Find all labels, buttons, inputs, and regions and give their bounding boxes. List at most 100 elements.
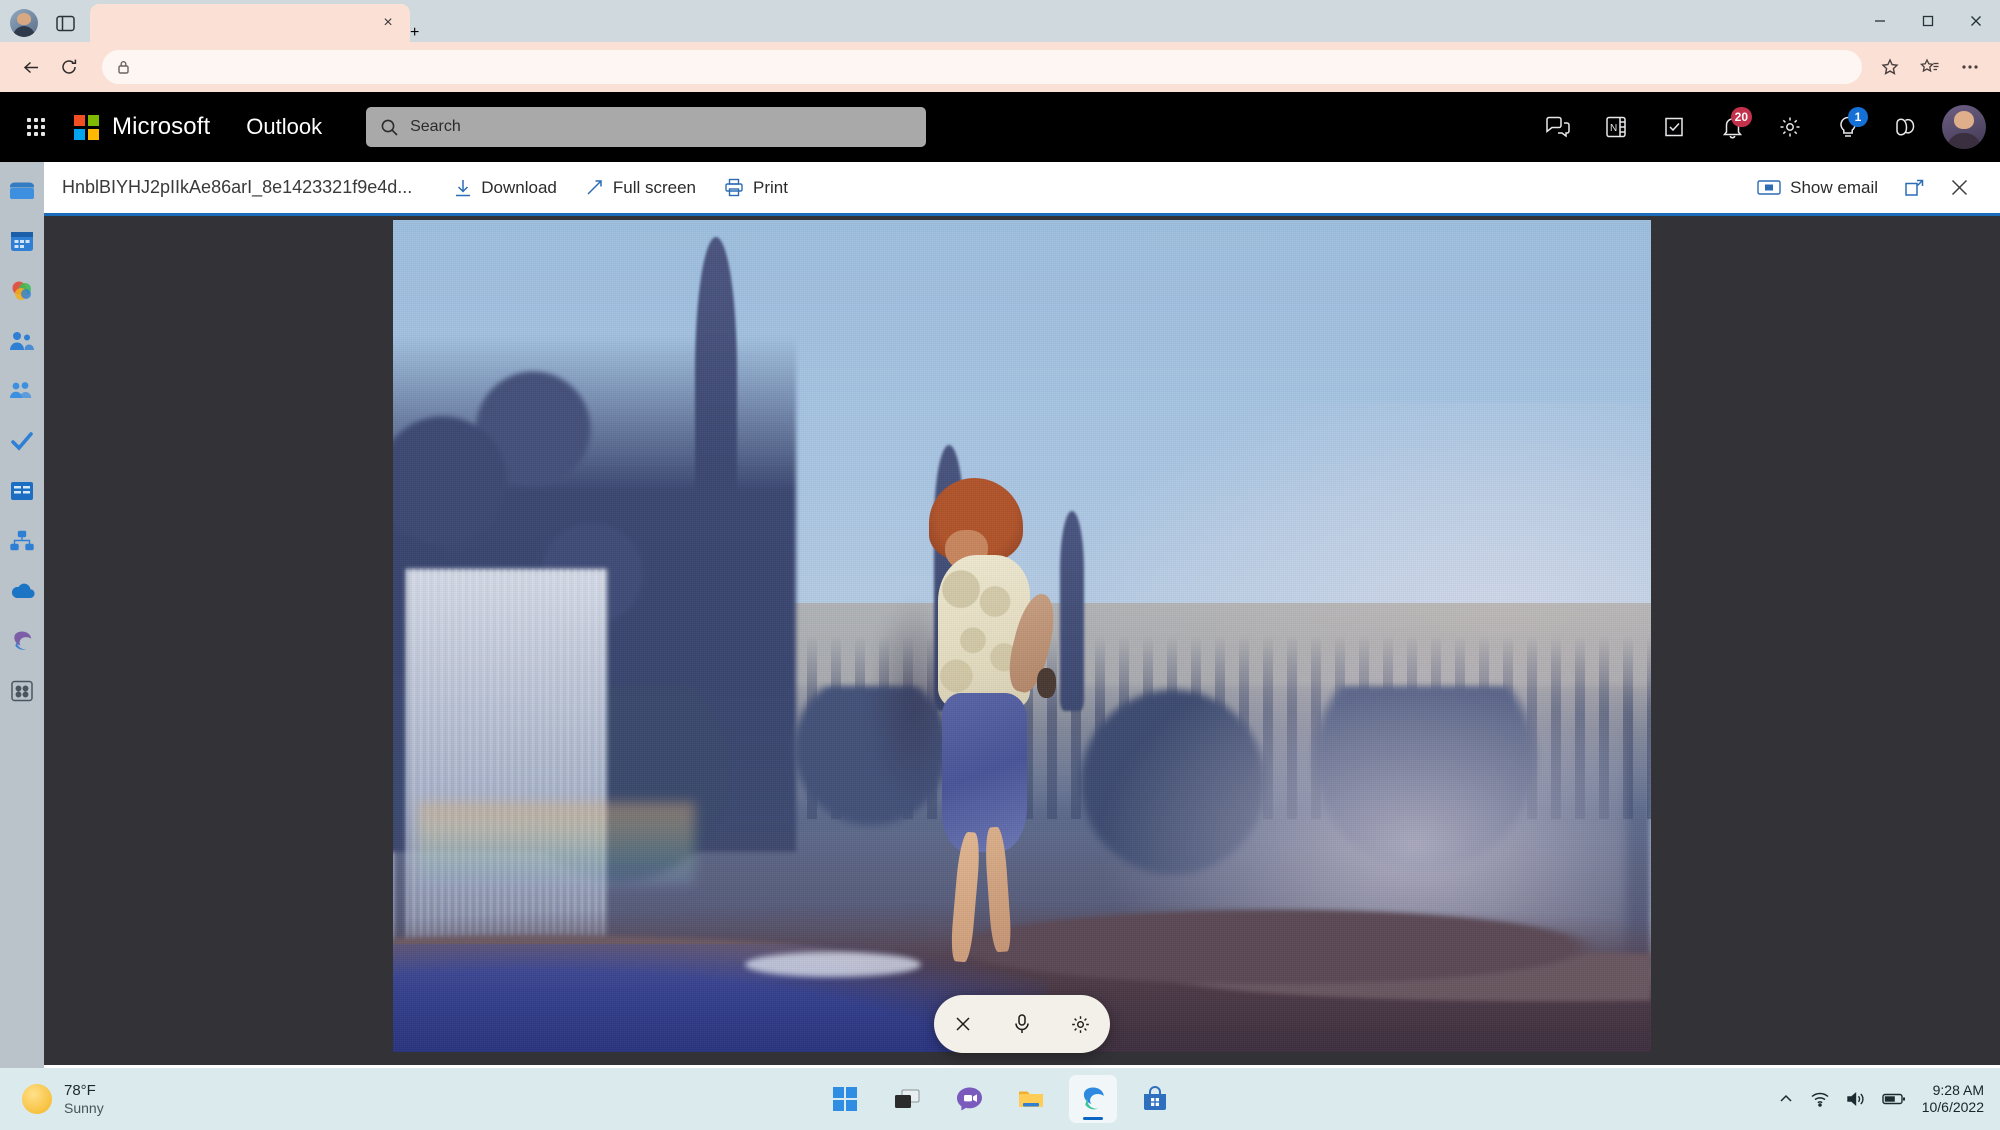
microphone-icon[interactable] [1004, 1006, 1040, 1042]
open-in-new-window-icon[interactable] [1892, 168, 1936, 208]
close-icon[interactable]: × [378, 13, 398, 33]
brand-name: Microsoft [112, 113, 211, 140]
browser-profile-avatar-icon[interactable] [10, 9, 38, 37]
tips-badge: 1 [1848, 107, 1868, 127]
attachment-toolbar: HnblBIYHJ2pIIkAe86arI_8e1423321f9e4d... … [44, 162, 2000, 216]
maximize-icon[interactable] [1904, 0, 1952, 42]
sidebar-item-word[interactable] [7, 476, 37, 506]
windows-taskbar: 78°F Sunny 9:28 AM 10/6/2022 [0, 1068, 2000, 1130]
new-tab-button[interactable]: + [410, 24, 419, 42]
search-placeholder: Search [410, 118, 461, 135]
clock-time: 9:28 AM [1932, 1082, 1984, 1099]
lock-icon [118, 61, 129, 74]
split-screen-icon[interactable] [48, 8, 82, 38]
microsoft-logo-squares [74, 114, 99, 140]
outlook-header: Microsoft Outlook Search N 20 1 [0, 92, 2000, 162]
to-do-icon[interactable] [1648, 101, 1700, 153]
favorites-list-icon[interactable] [1912, 50, 1948, 84]
lightbulb-icon[interactable]: 1 [1822, 101, 1874, 153]
outlook-header-actions: N 20 1 [1532, 101, 1932, 153]
show-email-button[interactable]: Show email [1743, 169, 1892, 207]
app-rail [0, 162, 44, 1130]
photo-river-foam [745, 952, 922, 978]
close-attachment-icon[interactable] [1936, 168, 1982, 208]
sidebar-item-groups[interactable] [7, 376, 37, 406]
taskbar-task-view[interactable] [883, 1075, 931, 1123]
desktop-screen: × + Microsoft Outlook Search N 20 1 Hnbl… [0, 0, 2000, 1130]
printer-icon [725, 178, 743, 197]
sidebar-item-people[interactable] [7, 326, 37, 356]
photo-woman-figure [866, 477, 1066, 977]
star-icon[interactable] [1872, 50, 1908, 84]
sidebar-item-todo[interactable] [7, 426, 37, 456]
download-icon [456, 179, 471, 196]
address-bar-actions [1872, 50, 1988, 84]
sun-icon [22, 1084, 52, 1114]
taskbar-edge[interactable] [1069, 1075, 1117, 1123]
wifi-icon[interactable] [1810, 1091, 1830, 1107]
taskbar-file-explorer[interactable] [1007, 1075, 1055, 1123]
weather-condition: Sunny [64, 1099, 104, 1116]
refresh-icon[interactable] [50, 48, 88, 86]
attachment-viewer: HnblBIYHJ2pIIkAe86arI_8e1423321f9e4d... … [44, 162, 2000, 1068]
browser-title-bar: × + [0, 0, 2000, 42]
photo-figure-pants [941, 692, 1027, 853]
attachment-stage [44, 216, 2000, 1065]
download-button[interactable]: Download [440, 169, 571, 207]
taskbar-chat[interactable] [945, 1075, 993, 1123]
notification-badge: 20 [1730, 107, 1752, 127]
attachment-photo[interactable] [393, 220, 1651, 1052]
print-label: Print [753, 177, 788, 197]
ellipsis-icon[interactable] [1952, 50, 1988, 84]
weather-widget[interactable]: 78°F Sunny [22, 1082, 104, 1116]
attachment-filename: HnblBIYHJ2pIIkAe86arI_8e1423321f9e4d... [62, 177, 413, 197]
show-email-label: Show email [1790, 177, 1878, 197]
voice-access-toolbar [934, 995, 1110, 1053]
gear-icon[interactable] [1764, 101, 1816, 153]
download-label: Download [481, 177, 557, 197]
show-email-icon [1757, 180, 1781, 195]
account-avatar[interactable] [1942, 105, 1986, 149]
browser-tab[interactable]: × [90, 4, 410, 42]
close-icon[interactable] [1952, 0, 2000, 42]
bell-icon[interactable]: 20 [1706, 101, 1758, 153]
full-screen-icon [587, 180, 602, 195]
weather-temperature: 78°F [64, 1082, 96, 1100]
taskbar-clock[interactable]: 9:28 AM 10/6/2022 [1922, 1082, 1984, 1116]
clock-date: 10/6/2022 [1921, 1099, 1984, 1115]
battery-icon[interactable] [1882, 1092, 1906, 1106]
photo-figure-leg-left [949, 831, 982, 963]
minimize-icon[interactable] [1856, 0, 1904, 42]
gear-icon[interactable] [1063, 1006, 1099, 1042]
sidebar-item-office[interactable] [7, 276, 37, 306]
onenote-icon[interactable]: N [1590, 101, 1642, 153]
search-icon [381, 119, 398, 136]
system-tray: 9:28 AM 10/6/2022 [1778, 1082, 1984, 1116]
volume-icon[interactable] [1846, 1091, 1866, 1107]
address-input[interactable] [102, 50, 1862, 84]
close-icon[interactable] [945, 1006, 981, 1042]
taskbar-start-button[interactable] [821, 1075, 869, 1123]
sidebar-item-more-apps[interactable] [7, 676, 37, 706]
sidebar-item-edge[interactable] [7, 626, 37, 656]
taskbar-apps [821, 1075, 1179, 1123]
photo-figure-hand [1036, 667, 1057, 698]
browser-address-bar [0, 42, 2000, 92]
copilot-icon[interactable] [1880, 101, 1932, 153]
search-input[interactable]: Search [366, 107, 927, 147]
show-hidden-icons[interactable] [1778, 1093, 1794, 1105]
sidebar-item-visio[interactable] [7, 526, 37, 556]
fullscreen-button[interactable]: Full screen [571, 169, 710, 207]
print-button[interactable]: Print [710, 169, 802, 207]
window-controls [1856, 0, 2000, 42]
svg-text:N: N [1610, 123, 1617, 134]
microsoft-logo: Microsoft [74, 113, 210, 141]
teams-chat-icon[interactable] [1532, 101, 1584, 153]
app-launcher-icon[interactable] [14, 105, 58, 149]
sidebar-item-mail[interactable] [7, 176, 37, 206]
sidebar-item-onedrive[interactable] [7, 576, 37, 606]
taskbar-store[interactable] [1131, 1075, 1179, 1123]
app-name: Outlook [246, 114, 323, 139]
back-arrow-icon[interactable] [12, 48, 50, 86]
sidebar-item-calendar[interactable] [7, 226, 37, 256]
